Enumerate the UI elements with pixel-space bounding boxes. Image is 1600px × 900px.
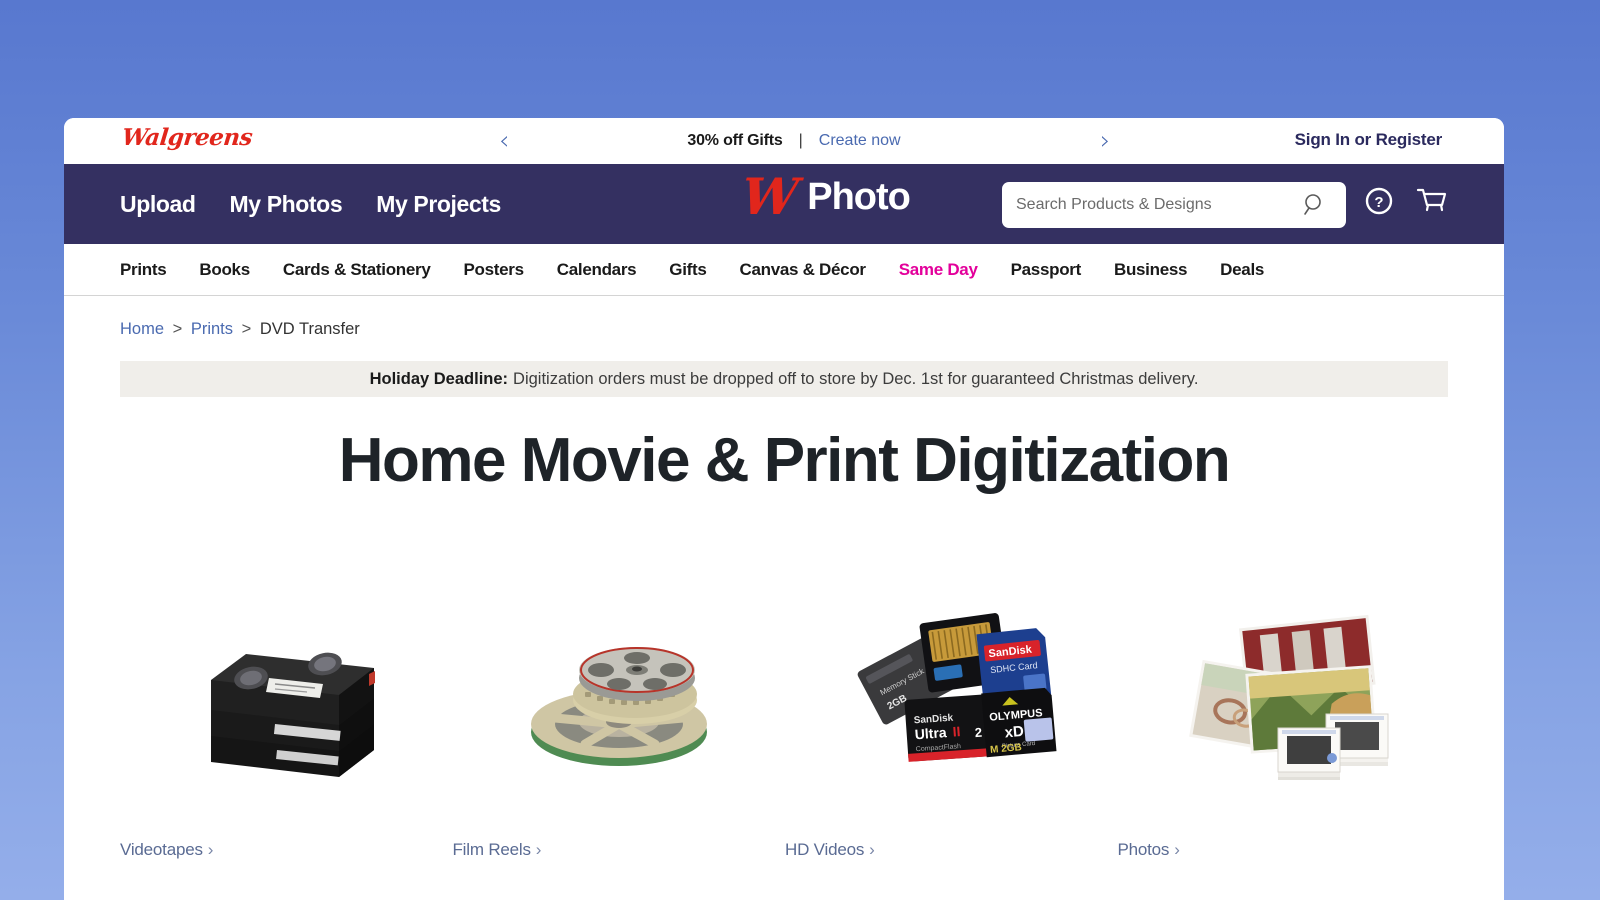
holiday-banner-prefix: Holiday Deadline: <box>369 369 509 388</box>
holiday-banner-message: Digitization orders must be dropped off … <box>513 369 1199 388</box>
chevron-right-icon: › <box>869 840 875 859</box>
catnav-item-calendars[interactable]: Calendars <box>557 260 637 280</box>
catnav-item-cards-stationery[interactable]: Cards & Stationery <box>283 260 431 280</box>
catnav-item-canvas-decor[interactable]: Canvas & Décor <box>740 260 867 280</box>
category-nav: Prints Books Cards & Stationery Posters … <box>64 244 1504 296</box>
catnav-item-deals[interactable]: Deals <box>1220 260 1264 280</box>
walgreens-logo[interactable]: Walgreens <box>121 124 254 151</box>
catnav-item-books[interactable]: Books <box>199 260 250 280</box>
breadcrumb-item-current: DVD Transfer <box>259 320 360 338</box>
videotapes-image <box>120 560 453 810</box>
catnav-item-posters[interactable]: Posters <box>464 260 525 280</box>
help-icon[interactable]: ? <box>1364 186 1394 216</box>
navbar-primary-links: Upload My Photos My Projects <box>120 191 501 218</box>
tile-label-hd-videos[interactable]: HD Videos › <box>785 840 1118 860</box>
promo-message: 30% off Gifts | Create now <box>444 118 1144 164</box>
holiday-deadline-banner: Holiday Deadline: Digitization orders mu… <box>120 361 1448 397</box>
navbar-utility-icons: ? <box>1364 186 1448 216</box>
breadcrumb-item-prints[interactable]: Prints <box>191 320 233 338</box>
tile-photos[interactable]: Photos › <box>1118 560 1451 860</box>
promo-bar: Walgreens ‹ 30% off Gifts | Create now ›… <box>64 118 1504 164</box>
breadcrumb-separator: > <box>241 320 252 338</box>
tile-label-text: Videotapes <box>120 840 203 859</box>
svg-text:?: ? <box>1374 194 1383 211</box>
nav-link-my-photos[interactable]: My Photos <box>230 191 343 218</box>
catnav-item-business[interactable]: Business <box>1114 260 1187 280</box>
nav-link-my-projects[interactable]: My Projects <box>376 191 501 218</box>
catnav-item-prints[interactable]: Prints <box>120 260 167 280</box>
tile-hd-videos[interactable]: Memory Stick 2GB SanDisk SDHC Card SanDi… <box>785 560 1118 860</box>
tile-label-text: Photos <box>1117 840 1170 859</box>
product-tile-grid: Videotapes › Film Reels › Memory Stick 2… <box>120 560 1450 860</box>
breadcrumb-separator: > <box>172 320 183 338</box>
sign-in-or-register-link[interactable]: Sign In or Register <box>1295 130 1443 150</box>
chevron-right-icon: › <box>535 840 542 859</box>
tile-label-text: HD Videos <box>785 840 865 859</box>
tile-label-film-reels[interactable]: Film Reels › <box>453 840 786 860</box>
svg-text:2: 2 <box>974 725 982 740</box>
walgreens-photo-brand[interactable]: W Photo <box>696 167 956 226</box>
tile-label-photos[interactable]: Photos › <box>1118 840 1451 860</box>
catnav-item-gifts[interactable]: Gifts <box>669 260 707 280</box>
search-box[interactable] <box>1002 182 1346 228</box>
svg-text:II: II <box>952 723 961 740</box>
cart-icon[interactable] <box>1416 186 1448 216</box>
page-card: Walgreens ‹ 30% off Gifts | Create now ›… <box>64 118 1504 900</box>
chevron-right-icon: › <box>1174 840 1180 859</box>
chevron-right-icon: › <box>207 840 214 859</box>
catnav-item-same-day[interactable]: Same Day <box>899 260 978 280</box>
search-input[interactable] <box>1016 196 1296 214</box>
breadcrumb: Home > Prints > DVD Transfer <box>64 296 1504 339</box>
tile-label-videotapes[interactable]: Videotapes › <box>120 840 453 860</box>
breadcrumb-item-home[interactable]: Home <box>120 320 164 338</box>
memory-cards-image: Memory Stick 2GB SanDisk SDHC Card SanDi… <box>785 560 1118 810</box>
promo-next-arrow-icon[interactable]: › <box>1100 128 1110 154</box>
catnav-item-passport[interactable]: Passport <box>1011 260 1082 280</box>
search-icon[interactable] <box>1302 192 1328 218</box>
svg-text:xD: xD <box>1004 723 1025 742</box>
tile-film-reels[interactable]: Film Reels › <box>453 560 786 860</box>
walgreens-w-logo-icon: W <box>739 167 801 226</box>
svg-text:Ultra: Ultra <box>914 724 947 742</box>
tile-videotapes[interactable]: Videotapes › <box>120 560 453 860</box>
page-title: Home Movie & Print Digitization <box>338 426 1231 495</box>
promo-deal-text: 30% off Gifts <box>687 132 783 149</box>
tile-label-text: Film Reels <box>452 840 531 859</box>
photo-prints-slides-image <box>1118 560 1451 810</box>
main-navbar: Upload My Photos My Projects W Photo ? <box>64 164 1504 244</box>
brand-photo-text: Photo <box>807 175 911 218</box>
promo-separator: | <box>798 132 803 149</box>
nav-link-upload[interactable]: Upload <box>120 191 196 218</box>
film-reels-image <box>453 560 786 810</box>
promo-create-now-link[interactable]: Create now <box>819 132 901 150</box>
